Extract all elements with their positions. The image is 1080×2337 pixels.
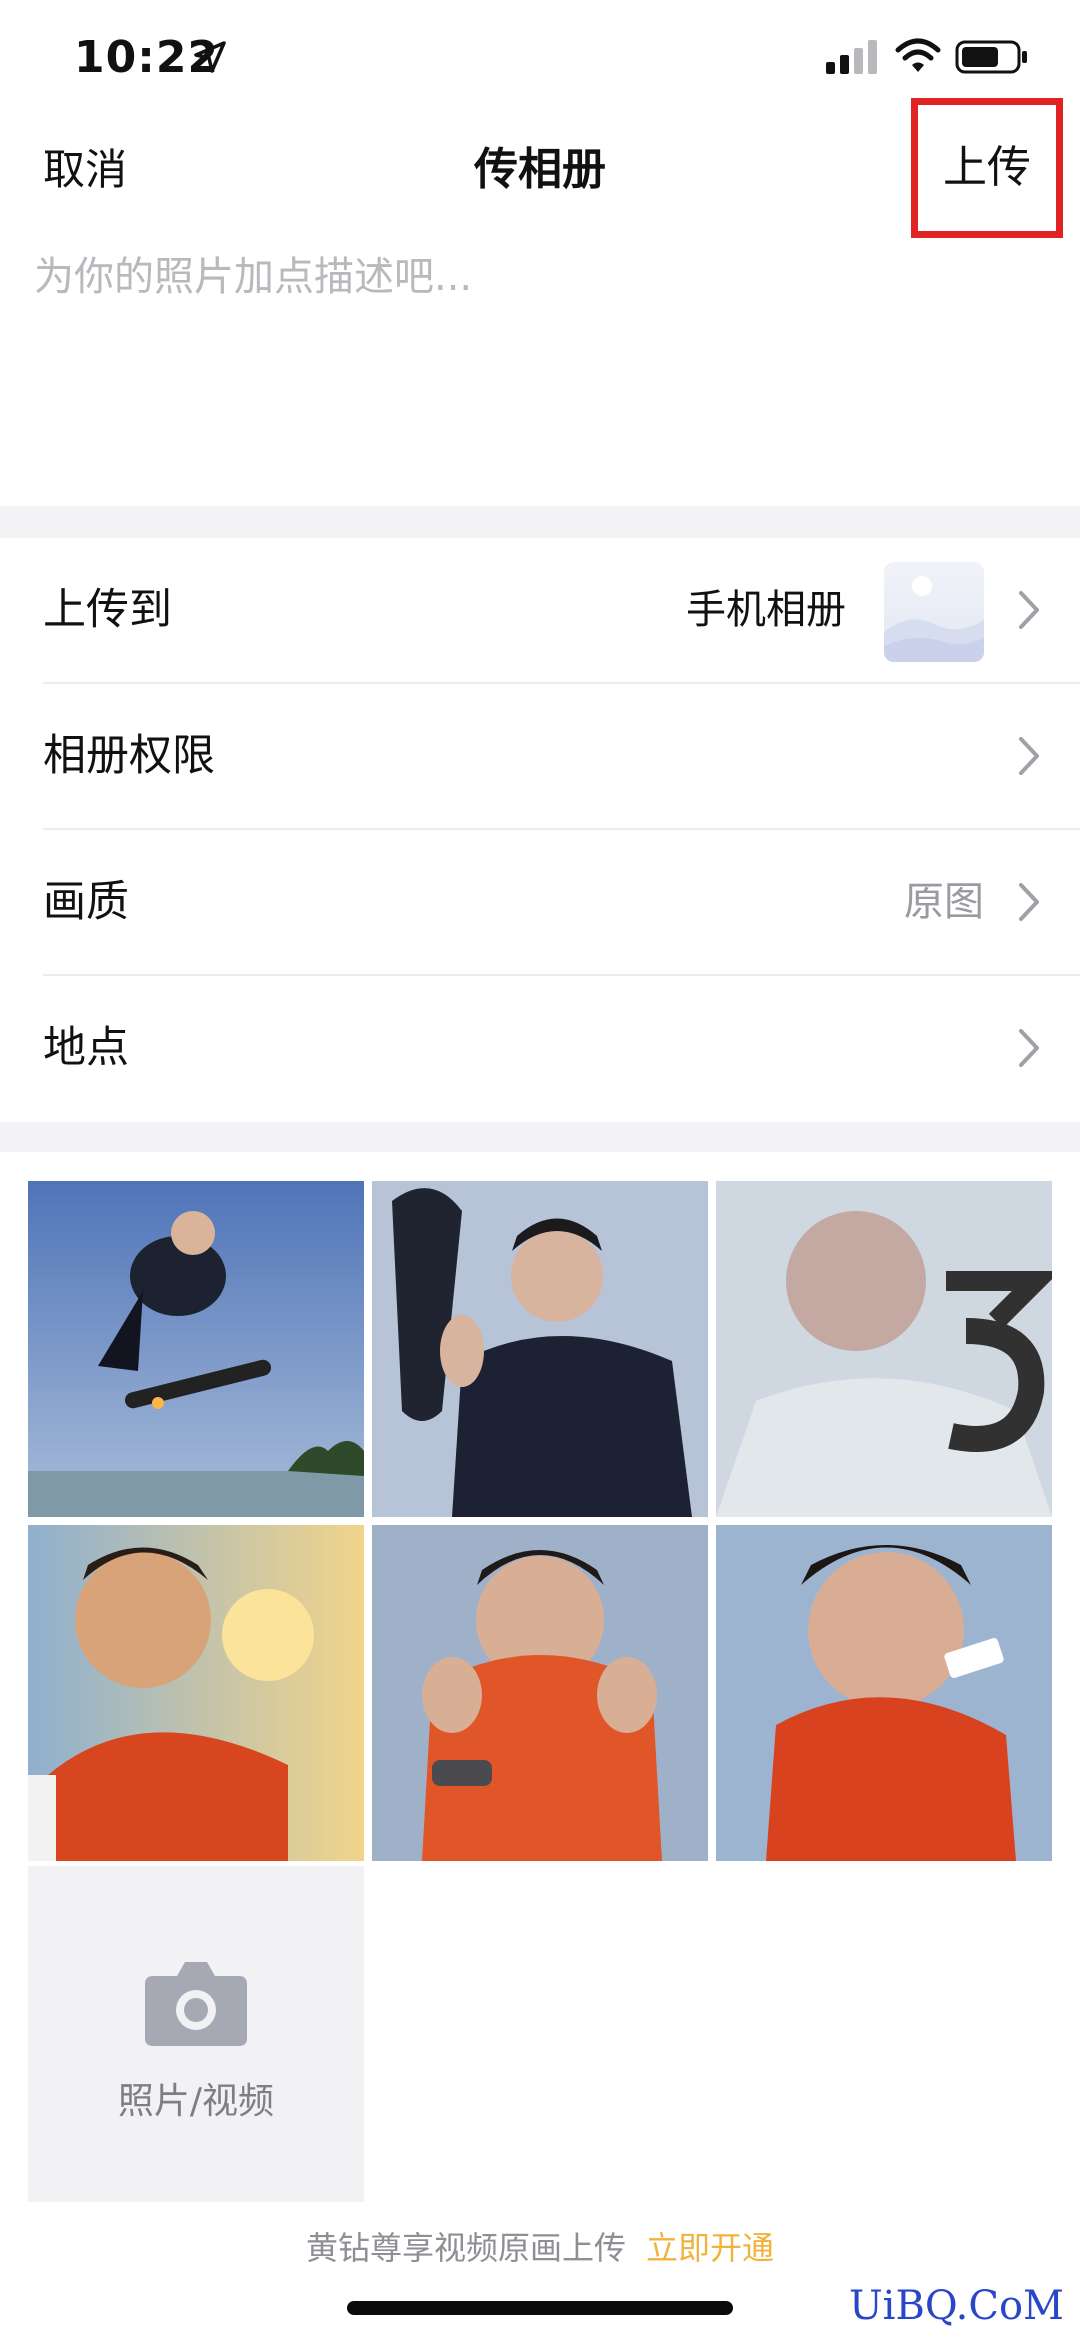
row-upload-to-value: 手机相册 bbox=[686, 587, 846, 633]
description-input[interactable] bbox=[34, 242, 1044, 482]
row-upload-to-label: 上传到 bbox=[43, 585, 172, 635]
promo-text: 黄钻尊享视频原画上传 bbox=[305, 2229, 626, 2267]
row-album-permission-label: 相册权限 bbox=[43, 731, 215, 781]
signal-icon bbox=[826, 40, 877, 74]
chevron-right-icon bbox=[1019, 1029, 1039, 1067]
selected-photo[interactable] bbox=[28, 1525, 364, 1861]
selected-photo[interactable] bbox=[372, 1181, 708, 1517]
chevron-right-icon bbox=[1019, 883, 1039, 921]
camera-icon bbox=[145, 1962, 247, 2046]
album-cover-thumbnail bbox=[884, 562, 984, 662]
chevron-right-icon bbox=[1019, 737, 1039, 775]
vip-upload-promo: 黄钻尊享视频原画上传 立即开通 bbox=[0, 2222, 1080, 2274]
chevron-right-icon bbox=[1019, 591, 1039, 629]
watermark: UiBQ.CoM bbox=[848, 2283, 1064, 2329]
row-quality[interactable]: 画质 原图 bbox=[0, 830, 1080, 976]
selected-photo[interactable] bbox=[716, 1525, 1052, 1861]
row-location-label: 地点 bbox=[43, 1023, 129, 1073]
row-quality-value: 原图 bbox=[904, 879, 984, 925]
row-quality-label: 画质 bbox=[43, 877, 129, 927]
section-divider bbox=[0, 1122, 1080, 1152]
battery-icon bbox=[955, 40, 1027, 74]
selected-photo[interactable] bbox=[716, 1181, 1052, 1517]
activate-now-link[interactable]: 立即开通 bbox=[646, 2229, 774, 2267]
section-divider bbox=[0, 506, 1080, 538]
row-upload-to[interactable]: 上传到 手机相册 bbox=[0, 538, 1080, 684]
selected-photo[interactable] bbox=[28, 1181, 364, 1517]
upload-button-label: 上传 bbox=[943, 142, 1031, 193]
row-location[interactable]: 地点 bbox=[0, 976, 1080, 1122]
upload-button[interactable]: 上传 bbox=[911, 98, 1063, 238]
add-photo-video-label: 照片/视频 bbox=[117, 2081, 275, 2122]
location-arrow-icon bbox=[194, 41, 226, 73]
home-indicator[interactable] bbox=[347, 2301, 733, 2315]
wifi-icon bbox=[895, 38, 941, 72]
add-photo-video-button[interactable]: 照片/视频 bbox=[28, 1866, 364, 2202]
selected-photo[interactable] bbox=[372, 1525, 708, 1861]
row-album-permission[interactable]: 相册权限 bbox=[0, 684, 1080, 830]
